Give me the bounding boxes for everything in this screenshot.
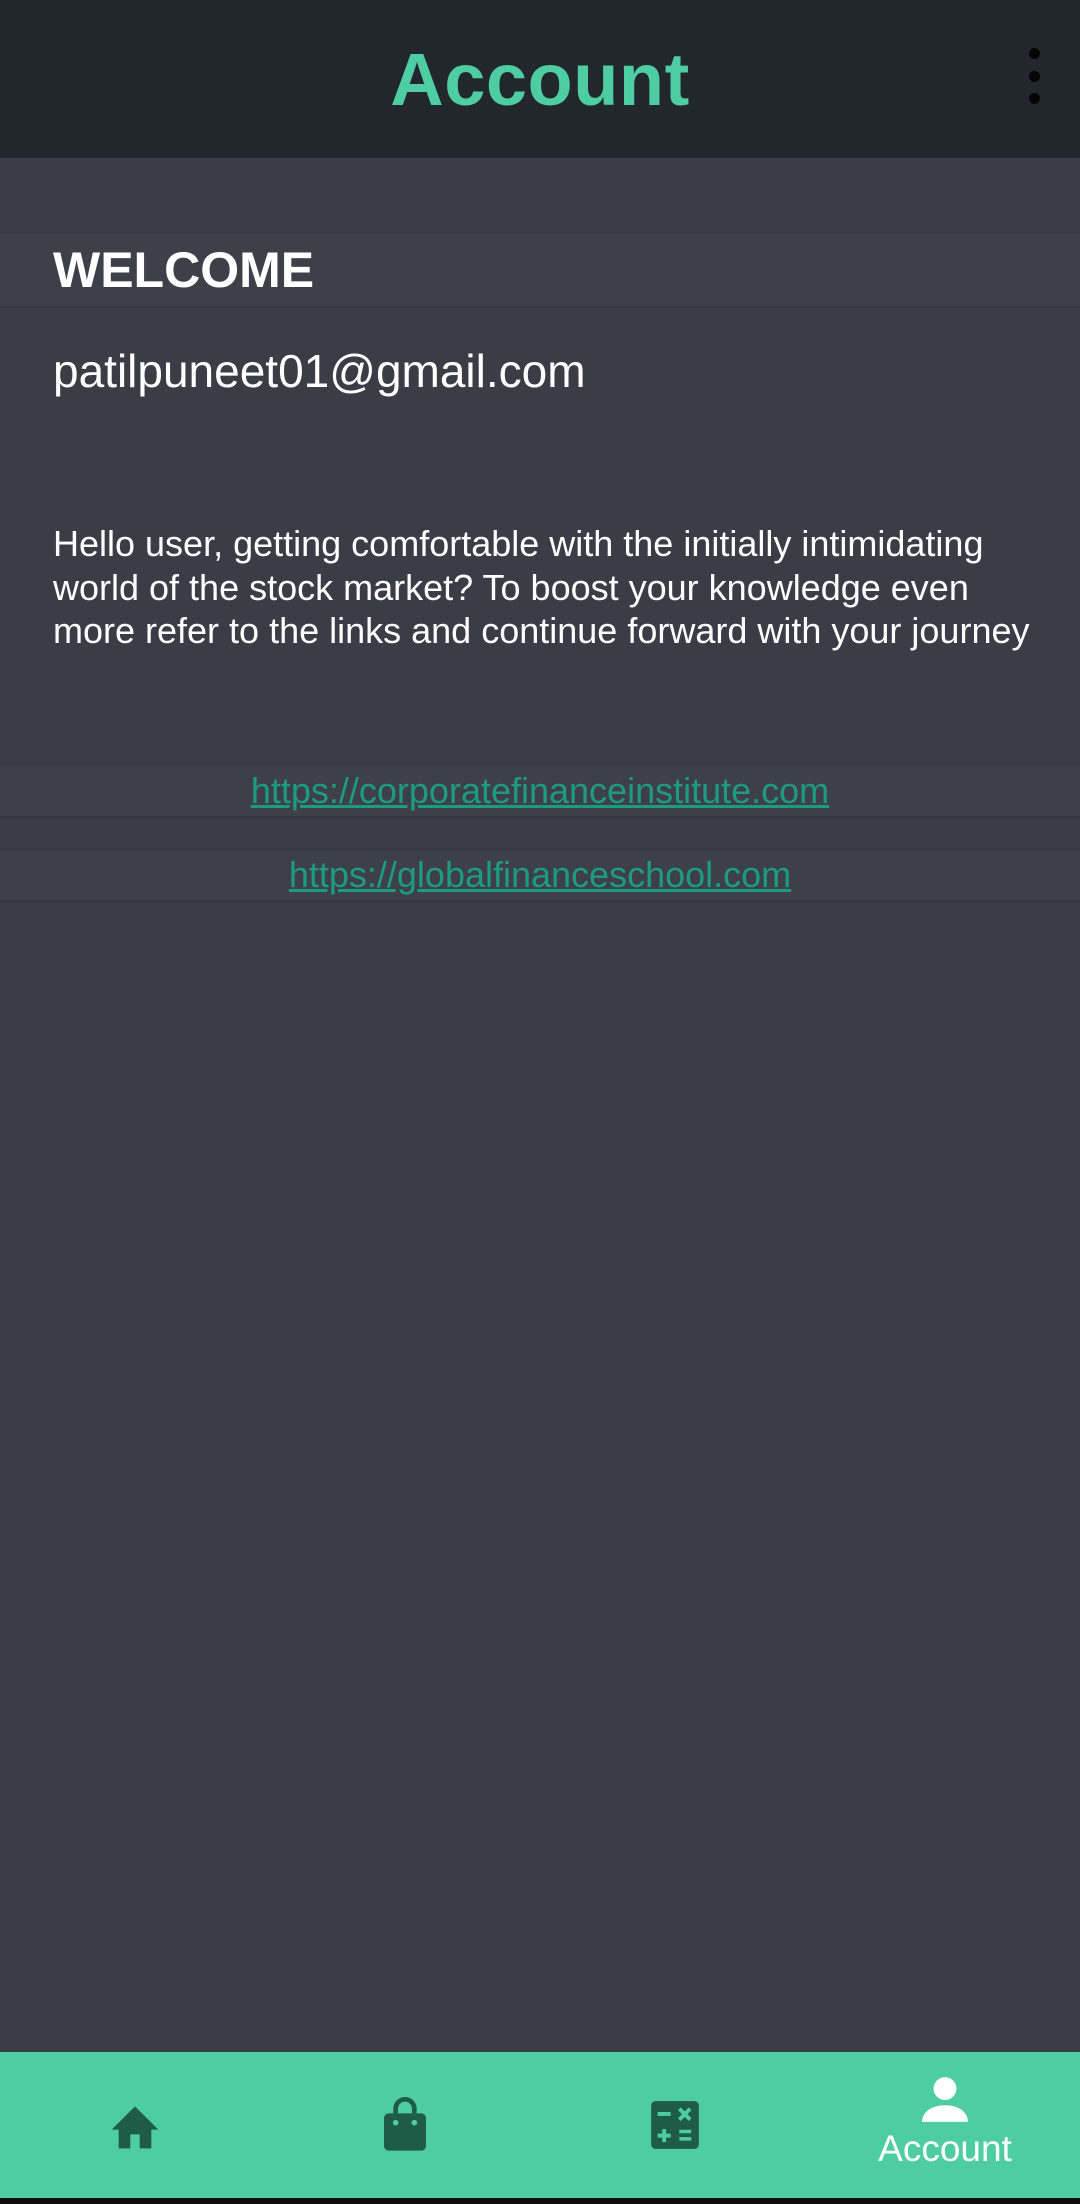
nav-label-account: Account (878, 2128, 1012, 2169)
page-title: Account (390, 37, 690, 121)
welcome-message: Hello user, getting comfortable with the… (53, 523, 1030, 651)
user-email: patilpuneet01@gmail.com (53, 345, 586, 397)
bottom-navigation: Account (0, 2052, 1080, 2198)
nav-item-shop[interactable] (270, 2052, 540, 2198)
app-bar: Account (0, 0, 1080, 158)
nav-item-account[interactable]: Account (810, 2052, 1080, 2198)
link-global-finance-school[interactable]: https://globalfinanceschool.com (289, 854, 791, 896)
more-vert-icon[interactable] (1014, 48, 1054, 104)
home-icon (111, 2106, 159, 2149)
link-card: https://corporatefinanceinstitute.com (0, 764, 1080, 818)
calculator-icon (651, 2101, 699, 2149)
account-screen: Account WELCOME patilpuneet01@gmail.com … (0, 0, 1080, 2204)
shopping-bag-icon (384, 2097, 426, 2151)
welcome-card: WELCOME (0, 232, 1080, 308)
nav-item-home[interactable] (0, 2052, 270, 2198)
bottom-edge (0, 2198, 1080, 2204)
person-icon (922, 2077, 968, 2122)
link-corporate-finance-institute[interactable]: https://corporatefinanceinstitute.com (251, 770, 829, 812)
link-card: https://globalfinanceschool.com (0, 848, 1080, 902)
welcome-heading: WELCOME (53, 242, 315, 298)
nav-item-calculator[interactable] (540, 2052, 810, 2198)
